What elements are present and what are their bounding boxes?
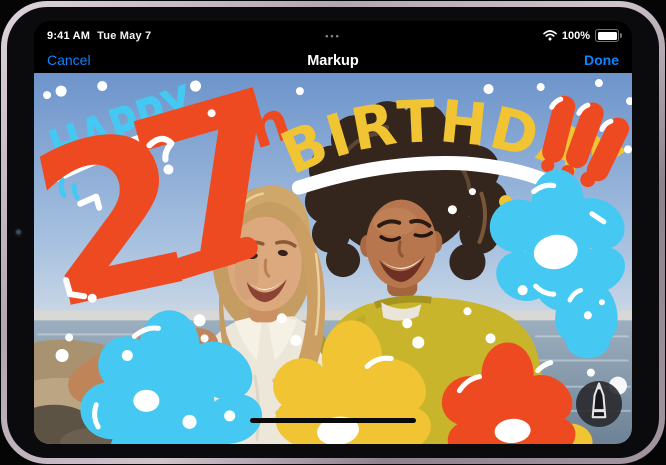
photo-illustration: HAPPY 2 7 th	[34, 73, 632, 444]
home-indicator[interactable]	[250, 418, 416, 423]
done-button[interactable]: Done	[584, 52, 619, 68]
wifi-icon	[543, 30, 557, 41]
battery-percent: 100%	[562, 30, 590, 42]
page-title: Markup	[34, 53, 632, 69]
screenshot: 9:41 AMTue May 7 ••• 100% Cancel Markup …	[0, 0, 666, 465]
status-bar: 9:41 AMTue May 7 ••• 100%	[34, 21, 632, 51]
photo-canvas[interactable]: HAPPY 2 7 th	[34, 73, 632, 444]
markup-pen-tool-button[interactable]	[576, 381, 622, 427]
battery-icon	[595, 29, 619, 42]
marker-pen-icon	[582, 382, 616, 426]
screen: 9:41 AMTue May 7 ••• 100% Cancel Markup …	[34, 21, 632, 444]
status-indicators: 100%	[543, 29, 619, 42]
markup-toolbar: Cancel Markup Done	[34, 51, 632, 73]
front-camera	[14, 228, 23, 237]
